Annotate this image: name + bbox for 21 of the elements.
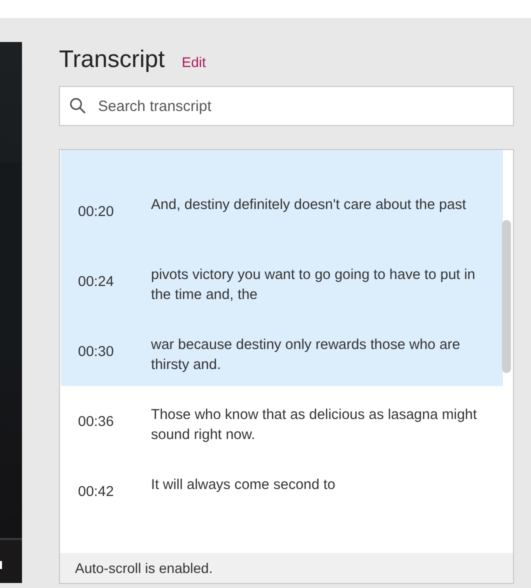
caption-text: Those who know that as delicious as lasagna might sound right now.	[151, 406, 478, 445]
timestamp: 00:42	[77, 483, 115, 502]
transcript-row[interactable]: 00:42 It will always come second to	[61, 456, 503, 526]
timestamp: 00:20	[77, 203, 115, 222]
transcript-row[interactable]: 00:30 war because destiny only rewards those who are thirsty and.	[61, 316, 503, 386]
timestamp: 00:30	[77, 343, 115, 362]
search-icon	[69, 97, 87, 115]
timestamp: 00:24	[77, 273, 115, 292]
timestamp: 00:36	[77, 413, 115, 432]
caption-text: war because destiny only rewards those who are thirsty and.	[151, 336, 462, 375]
transcript-title: Transcript	[59, 46, 165, 74]
scrollbar-thumb[interactable]	[502, 220, 511, 373]
caption-text: pivots victory you want to go going to have to put in the time and, the	[151, 266, 476, 305]
caption-text: And, destiny definitely doesn't care about the past	[151, 196, 468, 215]
transcript-row[interactable]: 00:36 Those who know that as delicious as lasagna might sound right now.	[61, 386, 503, 456]
transcript-row[interactable]: 00:20 And, destiny definitely doesn't care about the past	[61, 150, 503, 246]
status-text: Auto-scroll is enabled.	[60, 553, 513, 583]
caption-text: It will always come second to	[151, 476, 336, 495]
edit-link[interactable]: Edit	[182, 54, 206, 70]
transcript-row[interactable]: 00:24 pivots victory you want to go going to have to put in the time and, the	[61, 246, 503, 316]
search-field[interactable]: Search transcript	[59, 86, 514, 126]
